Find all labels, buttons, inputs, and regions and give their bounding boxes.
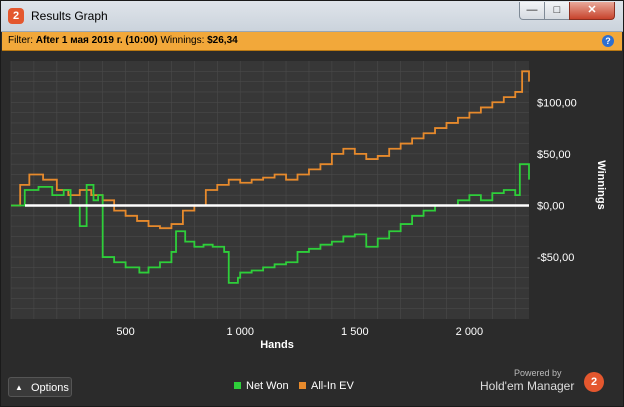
filter-label: Filter: (8, 35, 33, 46)
window-title: Results Graph (31, 9, 108, 23)
bottom-bar: ▲ Options Net Won All-In EV Powered by H… (1, 368, 623, 407)
legend-all-in-ev[interactable]: All-In EV (299, 380, 354, 392)
legend-net-won[interactable]: Net Won (234, 380, 289, 392)
y-tick-label: -$50,00 (537, 252, 574, 264)
filter-text[interactable]: Filter: After 1 мая 2019 г. (10:00) Winn… (8, 32, 238, 50)
y-tick-label: $50,00 (537, 149, 571, 161)
x-tick-label: 1 500 (341, 326, 369, 338)
results-graph-window: 2 Results Graph — □ ✕ Filter: After 1 ма… (0, 0, 624, 407)
y-axis: $100,00 $50,00 $0,00 -$50,00 (537, 97, 577, 264)
maximize-button[interactable]: □ (544, 2, 570, 20)
legend-net-won-swatch (234, 381, 241, 389)
filter-bar: Filter: After 1 мая 2019 г. (10:00) Winn… (2, 32, 622, 51)
legend-all-in-ev-swatch (299, 381, 306, 389)
filter-value: After 1 мая 2019 г. (10:00) (35, 35, 158, 46)
winnings-label: Winnings: (160, 35, 205, 46)
help-icon[interactable]: ? (602, 35, 614, 47)
options-button[interactable]: ▲ Options (8, 377, 72, 397)
powered-by-text: Powered by (514, 368, 562, 378)
x-tick-label: 1 000 (226, 326, 254, 338)
x-axis-title: Hands (260, 339, 294, 351)
y-axis-title: Winnings (595, 160, 607, 209)
title-bar[interactable]: 2 Results Graph — □ ✕ (1, 1, 623, 32)
results-chart: 500 1 000 1 500 2 000 $100,00 $50,00 $0,00 -$5… (10, 61, 607, 351)
brand-name: Hold'em Manager (480, 379, 575, 393)
y-tick-label: $100,00 (537, 97, 577, 109)
brand-logo-icon: 2 (584, 372, 604, 392)
plot-area (10, 61, 530, 319)
y-tick-label: $0,00 (537, 200, 565, 212)
options-label: Options (31, 382, 69, 394)
winnings-value: $26,34 (207, 35, 238, 46)
app-logo-icon: 2 (8, 8, 24, 24)
close-button[interactable]: ✕ (569, 2, 615, 20)
chevron-up-icon: ▲ (15, 383, 23, 392)
legend-net-won-label: Net Won (246, 380, 289, 392)
minimize-button[interactable]: — (519, 2, 545, 20)
x-axis: 500 1 000 1 500 2 000 (116, 326, 483, 338)
legend-all-in-ev-label: All-In EV (311, 380, 354, 392)
x-tick-label: 500 (116, 326, 134, 338)
x-tick-label: 2 000 (456, 326, 484, 338)
